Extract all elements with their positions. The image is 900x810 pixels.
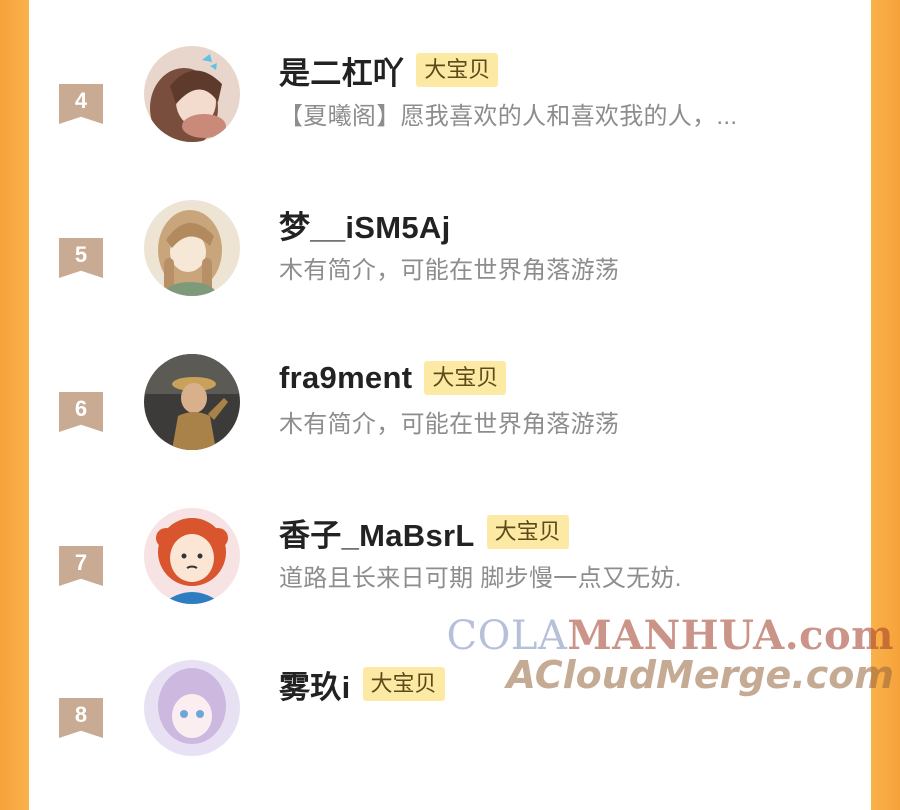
user-name[interactable]: 香子_MaBsrL — [279, 510, 475, 555]
fan-level-badge: 大宝贝 — [424, 361, 507, 395]
ranking-row[interactable]: 8 雾玖i 大宝贝 — [29, 660, 871, 810]
avatar[interactable] — [144, 508, 240, 604]
fan-level-badge: 大宝贝 — [362, 667, 445, 701]
avatar[interactable] — [144, 200, 240, 296]
user-name[interactable]: 是二杠吖 — [279, 48, 404, 93]
fan-level-badge: 大宝贝 — [486, 515, 569, 549]
ranking-row[interactable]: 5 梦__iSM5Aj 木有简介，可能在世界角落游荡 — [29, 200, 871, 350]
ranking-row[interactable]: 4 是二杠吖 大宝贝 【夏曦阁】愿我喜欢的人和喜欢我的人，... — [29, 46, 871, 196]
rank-ribbon: 8 — [59, 698, 103, 738]
rank-ribbon: 6 — [59, 392, 103, 432]
user-bio: 木有简介，可能在世界角落游荡 — [279, 411, 620, 438]
rank-ribbon: 5 — [59, 238, 103, 278]
rank-ribbon: 4 — [59, 84, 103, 124]
user-bio: 木有简介，可能在世界角落游荡 — [279, 257, 620, 284]
user-bio: 【夏曦阁】愿我喜欢的人和喜欢我的人，... — [279, 103, 738, 130]
ranking-list-panel: 4 是二杠吖 大宝贝 【夏曦阁】愿我喜欢的人和喜欢我的人，... 5 梦__iS… — [29, 0, 871, 756]
avatar[interactable] — [144, 46, 240, 142]
user-bio: 道路且长来日可期 脚步慢一点又无妨. — [279, 565, 682, 592]
fan-level-badge: 大宝贝 — [416, 53, 499, 87]
rank-ribbon: 7 — [59, 546, 103, 586]
user-name[interactable]: 雾玖i — [279, 662, 351, 707]
ranking-row[interactable]: 6 fra9ment 大宝贝 木有简介，可能在世界角落游荡 — [29, 354, 871, 504]
user-name[interactable]: fra9ment — [279, 360, 412, 396]
user-name[interactable]: 梦__iSM5Aj — [279, 202, 451, 247]
avatar[interactable] — [144, 660, 240, 756]
avatar[interactable] — [144, 354, 240, 450]
ranking-row[interactable]: 7 香子_MaBsrL 大宝贝 道路且长来日可期 脚步慢一点又无妨. — [29, 508, 871, 658]
